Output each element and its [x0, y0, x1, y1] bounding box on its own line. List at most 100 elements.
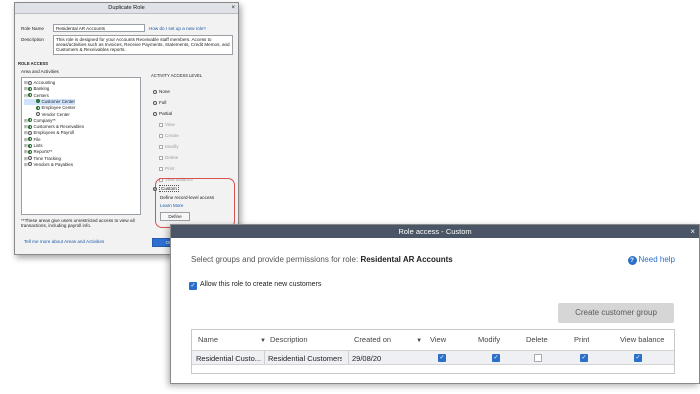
tree-item[interactable]: ⊞ Customers & Receivables: [24, 124, 84, 130]
tell-more-link[interactable]: Tell me more about Areas and Activities: [24, 239, 104, 244]
role-access-custom-dialog: Role access - Custom × Select groups and…: [170, 224, 700, 384]
tree-item[interactable]: ⊞ Employees & Payroll: [24, 130, 74, 136]
column-header-label: Name: [198, 335, 219, 344]
tree-item-label: Centers: [33, 92, 49, 98]
tree-item-label: Vendor Center: [41, 111, 70, 117]
tree-item[interactable]: ⊞ Reports**: [24, 149, 52, 155]
tree-item[interactable]: Customer Center: [24, 98, 75, 105]
table-cell-created-on: 29/08/20: [352, 354, 382, 363]
tree-item[interactable]: ⊞ File: [24, 137, 41, 143]
permission-view-checkbox[interactable]: ✓: [438, 354, 446, 362]
column-header[interactable]: Created on ▼: [354, 335, 422, 344]
column-header[interactable]: Name ▼: [198, 335, 266, 344]
permission-print-checkbox[interactable]: ✓: [580, 354, 588, 362]
permission-view-balance-checkbox[interactable]: ✓: [634, 354, 642, 362]
checkbox-icon: [159, 155, 163, 160]
customer-groups-table: Name ▼ Description Created on ▼ View Modify Del…: [191, 329, 675, 374]
tree-item[interactable]: ⊞ Lists: [24, 143, 43, 149]
permission-delete-checkbox[interactable]: [534, 354, 542, 362]
access-level-icon: [28, 80, 32, 85]
table-cell-description: Residential Customers: [268, 354, 342, 363]
tree-item[interactable]: ⊞ Time Tracking: [24, 156, 61, 162]
column-header-label: View: [430, 335, 447, 344]
role-name-value: Residental AR Accounts: [56, 26, 106, 31]
create-customer-group-button[interactable]: Create customer group: [558, 303, 674, 323]
setup-role-link[interactable]: How do I set up a new role?: [149, 26, 206, 31]
partial-option-checkbox: Print: [159, 166, 174, 171]
level-full-label: Full: [159, 100, 167, 105]
area-activities-tree[interactable]: ⊞ Accounting ⊞ Banking ⊟ Centers Customer Cent…: [21, 77, 141, 215]
role-name-value: Residental AR Accounts: [360, 255, 453, 264]
column-header[interactable]: Modify: [478, 335, 500, 344]
partial-option-checkbox: Create: [159, 133, 179, 138]
column-header[interactable]: View: [430, 335, 446, 344]
tree-item[interactable]: Vendor Center: [24, 112, 70, 118]
radio-icon: [153, 111, 157, 116]
close-icon[interactable]: ×: [231, 3, 235, 14]
column-header-label: Created on: [354, 335, 392, 344]
tree-item[interactable]: ⊞ Vendors & Payables: [24, 162, 73, 168]
access-level-icon: [28, 162, 32, 167]
checkbox-icon: [159, 122, 163, 127]
level-none-radio[interactable]: None: [153, 89, 170, 94]
tree-item-label: Employee Center: [41, 105, 76, 111]
column-header-label: Description: [270, 335, 308, 344]
access-level-icon: [36, 99, 40, 104]
access-level-icon: [28, 149, 32, 154]
cell-divider: [264, 350, 265, 365]
sort-caret-icon[interactable]: ▼: [260, 338, 266, 344]
tree-item-label: Vendors & Payables: [33, 161, 74, 167]
access-level-icon: [36, 112, 40, 116]
tree-item-label: Banking: [33, 86, 50, 92]
activity-access-heading: ACTIVITY ACCESS LEVEL: [151, 73, 203, 78]
tree-item-label: File: [33, 136, 41, 142]
level-custom-radio[interactable]: Custom: [153, 185, 179, 192]
tree-item-label: Time Tracking: [33, 155, 61, 161]
checkbox-checked-icon[interactable]: ✓: [189, 282, 197, 290]
partial-option-label: Create: [165, 133, 179, 138]
radio-selected-icon: [153, 186, 157, 191]
duplicate-role-dialog: Duplicate Role × Role Name Residental AR…: [14, 2, 239, 255]
column-header[interactable]: View balance: [620, 335, 664, 344]
sort-caret-icon[interactable]: ▼: [416, 338, 422, 344]
define-button[interactable]: Define: [160, 212, 190, 221]
partial-option-checkbox: View: [159, 122, 175, 127]
level-partial-radio[interactable]: Partial: [153, 111, 172, 116]
allow-create-customers[interactable]: ✓ Allow this role to create new customers: [189, 281, 321, 290]
duplicate-role-titlebar: Duplicate Role ×: [15, 3, 238, 14]
need-help-label: Need help: [638, 255, 675, 264]
column-header-label: Modify: [478, 335, 501, 344]
learn-more-link[interactable]: Learn More: [160, 203, 184, 208]
level-partial-label: Partial: [159, 111, 173, 116]
column-header[interactable]: Description: [270, 335, 308, 344]
tree-item-label: Company**: [33, 117, 56, 123]
column-header-label: Print: [574, 335, 590, 344]
tree-item-label: Employees & Payroll: [33, 130, 75, 136]
access-level-icon: [28, 156, 32, 161]
need-help-link[interactable]: ? Need help: [627, 255, 675, 265]
footnote-text: **These areas give users unrestricted ac…: [21, 218, 135, 229]
tree-item[interactable]: Employee Center: [24, 105, 75, 111]
tree-item[interactable]: ⊞ Company**: [24, 118, 56, 124]
access-level-icon: [28, 118, 32, 123]
tree-item[interactable]: ⊟ Centers: [24, 93, 49, 99]
allow-create-label: Allow this role to create new customers: [200, 281, 322, 288]
column-header[interactable]: Print: [574, 335, 589, 344]
access-level-icon: [28, 86, 32, 91]
level-full-radio[interactable]: Full: [153, 100, 166, 105]
level-none-label: None: [159, 89, 170, 94]
tree-item[interactable]: ⊞ Banking: [24, 86, 49, 92]
tree-item[interactable]: ⊞ Accounting: [24, 80, 55, 86]
role-name-input[interactable]: Residental AR Accounts: [53, 24, 145, 32]
description-textarea[interactable]: This role is designed for your Accounts …: [53, 35, 233, 55]
permission-modify-checkbox[interactable]: ✓: [492, 354, 500, 362]
tree-item-label: Reports**: [33, 149, 53, 155]
help-icon: ?: [627, 256, 637, 265]
access-level-icon: [28, 143, 32, 148]
access-level-icon: [28, 137, 32, 142]
close-icon[interactable]: ×: [690, 225, 695, 238]
access-level-icon: [28, 130, 32, 135]
access-level-icon: [36, 105, 40, 110]
access-level-icon: [28, 93, 32, 98]
column-header[interactable]: Delete: [526, 335, 548, 344]
